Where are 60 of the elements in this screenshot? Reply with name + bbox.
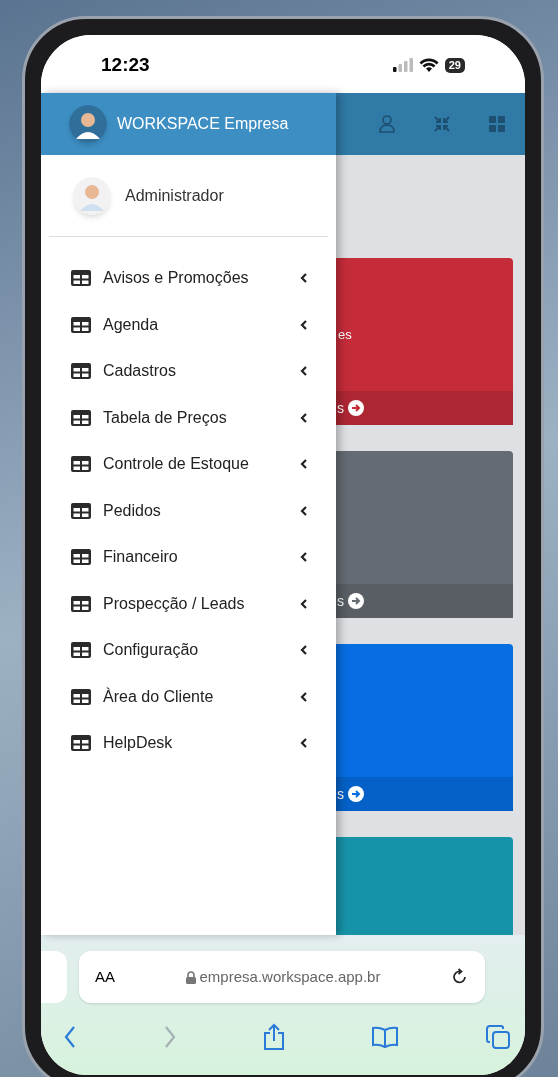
chevron-icon: [300, 459, 308, 470]
table-icon: [71, 735, 91, 752]
card-footer[interactable]: s: [336, 584, 513, 618]
menu-item[interactable]: Cadastros: [41, 348, 336, 395]
table-icon: [71, 502, 91, 519]
chevron-icon: [300, 505, 308, 516]
signal-icon: [392, 58, 413, 72]
clock-time: 12:23: [101, 52, 150, 77]
url-text: empresa.workspace.app.br: [199, 966, 381, 987]
lock-icon: [185, 970, 196, 984]
user-avatar: [73, 176, 111, 215]
chevron-icon: [300, 645, 308, 656]
menu-item[interactable]: Agenda: [41, 301, 336, 348]
card-footer[interactable]: s: [336, 777, 513, 811]
avatar-icon: [69, 105, 107, 143]
brand-name: WORKSPACE Empresa: [117, 114, 289, 134]
arrow-circle-icon: [348, 786, 364, 802]
menu-item[interactable]: Tabela de Preços: [41, 394, 336, 441]
forward-icon[interactable]: [163, 1025, 177, 1049]
arrow-circle-icon: [348, 400, 364, 416]
back-icon[interactable]: [63, 1025, 77, 1049]
menu-item[interactable]: Configuração: [41, 627, 336, 674]
menu-item[interactable]: Prospecção / Leads: [41, 580, 336, 627]
menu-item[interactable]: Financeiro: [41, 534, 336, 581]
wifi-icon: [418, 57, 439, 73]
menu-item[interactable]: Pedidos: [41, 487, 336, 534]
user-name[interactable]: Administrador: [125, 183, 224, 208]
battery-indicator: 29: [444, 57, 465, 73]
table-icon: [71, 363, 91, 380]
table-icon: [71, 409, 91, 426]
table-icon: [71, 456, 91, 473]
menu-item[interactable]: Àrea do Cliente: [41, 673, 336, 720]
book-icon[interactable]: [371, 1026, 399, 1048]
chevron-icon: [300, 598, 308, 609]
chevron-icon: [300, 738, 308, 749]
grid-icon[interactable]: [489, 116, 505, 132]
address-bar[interactable]: AA empresa.workspace.app.br: [79, 951, 485, 1003]
table-icon: [71, 549, 91, 566]
table-icon: [71, 642, 91, 659]
table-icon: [71, 270, 91, 287]
menu-item[interactable]: HelpDesk: [41, 720, 336, 767]
chevron-icon: [300, 412, 308, 423]
table-icon: [71, 688, 91, 705]
share-icon[interactable]: [263, 1023, 285, 1051]
chevron-icon: [300, 319, 308, 330]
card-footer[interactable]: s: [336, 391, 513, 425]
table-icon: [71, 316, 91, 333]
chevron-icon: [300, 552, 308, 563]
user-icon[interactable]: [379, 115, 395, 133]
chevron-icon: [300, 366, 308, 377]
arrow-circle-icon: [348, 593, 364, 609]
reload-icon[interactable]: [451, 968, 469, 986]
tabs-icon[interactable]: [485, 1024, 511, 1050]
chevron-icon: [300, 273, 308, 284]
chevron-icon: [300, 691, 308, 702]
card-text: es: [338, 325, 352, 344]
compress-icon[interactable]: [433, 115, 451, 133]
table-icon: [71, 595, 91, 612]
menu-item[interactable]: Avisos e Promoções: [41, 255, 336, 302]
menu-item[interactable]: Controle de Estoque: [41, 441, 336, 488]
